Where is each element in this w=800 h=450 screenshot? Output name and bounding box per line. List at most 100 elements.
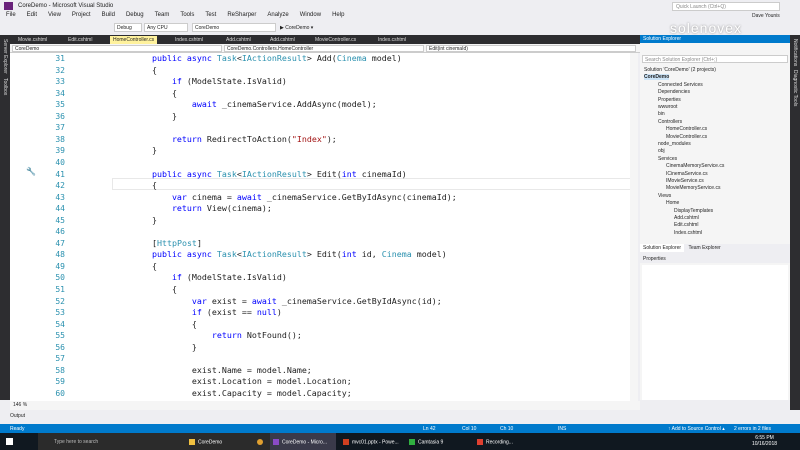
run-button[interactable]: ▶ CoreDemo ▾ [280,25,313,31]
tree-item[interactable]: DisplayTemplates [674,208,713,214]
tree-item[interactable]: CoreDemo [644,74,670,81]
zoom-level[interactable]: 146 % [10,401,640,410]
menu-project[interactable]: Project [72,12,91,18]
tree-item[interactable]: obj [658,148,665,154]
code-token: IActionResult [241,168,307,179]
tree-item[interactable]: Controllers [658,119,682,125]
line-number: 50 [55,273,65,283]
server-explorer-tab[interactable]: Server Explorer [2,39,8,74]
user-name[interactable]: Dave Younis [752,13,780,19]
tab-moviecontroller-cs[interactable]: MovieController.cs [312,36,359,44]
clock[interactable]: 6:55 PM 10/16/2018 [752,435,777,447]
tree-item[interactable]: ICinemaService.cs [666,171,708,177]
menu-file[interactable]: File [6,12,16,18]
tree-item[interactable]: Index.cshtml [674,230,702,236]
code-token: id, [356,249,382,260]
line-number: 32 [55,65,65,75]
project-dropdown[interactable]: CoreDemo [12,45,222,52]
tree-item[interactable]: Solution 'CoreDemo' (2 projects) [644,67,716,73]
diagnostic-tools-tab[interactable]: Diagnostic Tools [792,70,798,106]
menu-edit[interactable]: Edit [27,12,37,18]
tree-item[interactable]: Properties [658,97,681,103]
tab-index-cshtml[interactable]: Index.cshtml [172,36,206,44]
project-select[interactable]: CoreDemo [192,23,276,32]
taskbar-item-explorer[interactable]: CoreDemo [186,433,246,450]
taskbar-label: Camtasia 9 [418,439,444,446]
taskbar-item-powerpoint[interactable]: mvc01.pptx - Powe... [340,433,404,450]
tree-item[interactable]: CinemaMemoryService.cs [666,163,724,169]
menu-tools[interactable]: Tools [180,12,194,18]
platform-select[interactable]: Any CPU [144,23,188,32]
quick-launch-input[interactable]: Quick Launch (Ctrl+Q) [672,2,780,11]
notifications-tab[interactable]: Notifications [792,39,798,66]
line-number: 41 [55,169,65,179]
tree-item[interactable]: Add.cshtml [674,215,699,221]
code-editor[interactable]: 31 public async Task<IActionResult> Add(… [10,53,638,401]
line-number: 46 [55,227,65,237]
tree-item[interactable]: IMovieService.cs [666,178,704,184]
status-ch: Ch 10 [500,426,514,432]
code-token: exist.Location = model.Location; [112,376,352,387]
menu-team[interactable]: Team [155,12,170,18]
code-token: > Edit( [306,249,342,260]
toolbox-tab[interactable]: Toolbox [2,78,8,95]
code-token: (ModelState.IsValid) [181,272,287,283]
taskbar-item-chrome[interactable] [254,433,269,450]
tree-item[interactable]: Home [666,200,679,206]
tree-item[interactable]: Connected Services [658,82,703,88]
menu-debug[interactable]: Debug [126,12,144,18]
tab-edit-cshtml[interactable]: Edit.cshtml [65,36,95,44]
menu-build[interactable]: Build [102,12,115,18]
line-number: 56 [55,342,65,352]
code-token: (exist == [201,307,257,318]
code-line: await _cinemaService.AddAsync(model); [112,98,377,110]
tree-item[interactable]: MovieMemoryService.cs [666,185,720,191]
menu-window[interactable]: Window [300,12,321,18]
taskbar-item-recording[interactable]: Recording... [474,433,538,450]
tree-item[interactable]: HomeController.cs [666,126,707,132]
solution-search-input[interactable]: Search Solution Explorer (Ctrl+;) [642,55,788,63]
menu-test[interactable]: Test [205,12,216,18]
code-token: { [112,284,177,294]
vertical-scrollbar[interactable] [630,53,638,401]
code-token: null [256,307,277,318]
menu-view[interactable]: View [48,12,61,18]
windows-start-icon[interactable] [6,438,13,445]
code-line: return View(cinema); [112,202,272,214]
class-dropdown[interactable]: CoreDemo.Controllers.HomeController [224,45,424,52]
tab-add-cshtml[interactable]: Add.cshtml [223,36,254,44]
tab-index-cshtml[interactable]: Index.cshtml [375,36,409,44]
tree-item[interactable]: Views [658,193,671,199]
tab-movie-cshtml[interactable]: Movie.cshtml [15,36,50,44]
tree-item[interactable]: Services [658,156,677,162]
menu-resharper[interactable]: ReSharper [227,12,256,18]
menu-analyze[interactable]: Analyze [267,12,288,18]
tree-item[interactable]: node_modules [658,141,691,147]
status-bar: Ready Ln 42 Col 10 Ch 10 INS ↑ Add to So… [0,424,800,433]
menu-help[interactable]: Help [332,12,344,18]
tree-item[interactable]: bin [658,111,665,117]
member-dropdown[interactable]: Edit(int cinemaId) [426,45,636,52]
tree-item[interactable]: wwwroot [658,104,677,110]
tree-item[interactable]: MovieController.cs [666,134,707,140]
current-line-highlight [112,178,632,190]
add-to-source-control[interactable]: ↑ Add to Source Control ▴ [668,426,725,432]
tab-add-cshtml[interactable]: Add.cshtml [267,36,298,44]
code-token: { [112,64,157,75]
error-count[interactable]: 2 errors in 2 files [734,426,771,432]
config-select[interactable]: Debug [114,23,142,32]
taskbar-item-camtasia[interactable]: Camtasia 9 [406,433,470,450]
taskbar-item-vs[interactable]: CoreDemo - Micro... [270,433,336,450]
tree-item[interactable]: Dependencies [658,89,690,95]
output-tab[interactable]: Output [0,410,640,424]
tree-item[interactable]: Edit.cshtml [674,222,698,228]
quick-action-icon[interactable]: 🔧 [26,167,36,176]
code-token: return [112,133,202,144]
tab-team-explorer[interactable]: Team Explorer [685,244,723,252]
line-number: 54 [55,319,65,329]
code-token: Task [216,53,237,63]
code-line: public async Task<IActionResult> Edit(in… [112,168,407,180]
code-token: } [112,110,177,121]
tab-homecontroller-cs[interactable]: HomeController.cs [110,36,158,44]
tab-solution-explorer[interactable]: Solution Explorer [640,244,685,252]
